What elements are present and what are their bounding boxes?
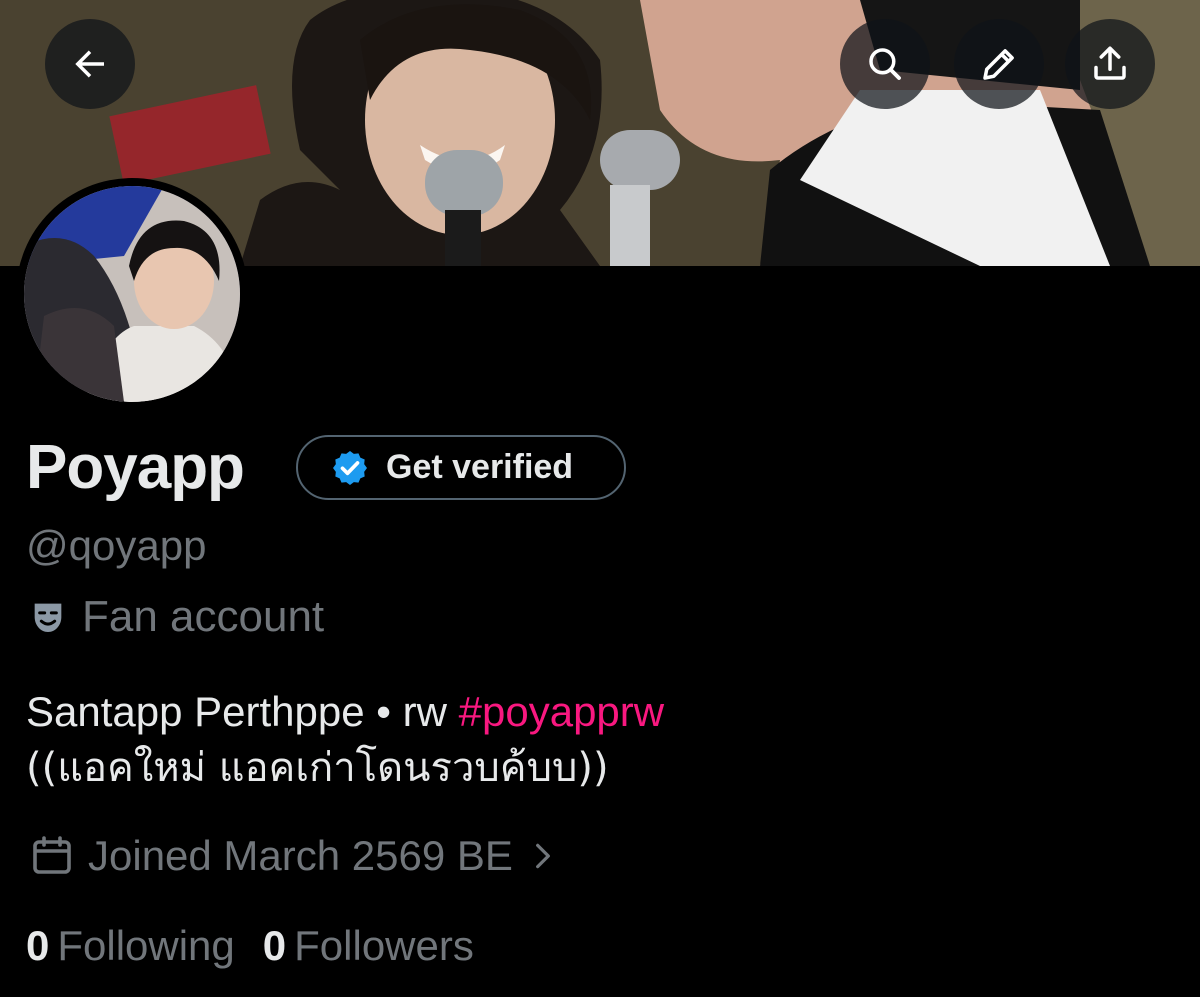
profile-avatar[interactable]	[16, 178, 248, 410]
following-link[interactable]: 0 Following	[26, 922, 235, 970]
follow-stats: 0 Following 0 Followers	[26, 922, 502, 970]
profile-bio: Santapp Perthppe • rw #poyapprw ((แอคใหม…	[26, 684, 664, 796]
followers-count: 0	[262, 922, 287, 969]
bio-hashtag-link[interactable]: #poyapprw	[459, 688, 664, 735]
arrow-left-icon	[75, 50, 104, 78]
bio-text: Santapp Perthppe • rw	[26, 688, 459, 735]
get-verified-button[interactable]: Get verified	[296, 435, 626, 500]
edit-profile-button[interactable]	[954, 19, 1044, 109]
calendar-icon	[33, 836, 71, 874]
followers-label: Followers	[294, 922, 474, 969]
share-button[interactable]	[1065, 19, 1155, 109]
bio-second-line: ((แอคใหม่ แอคเก่าโดนรวบค้บบ))	[26, 745, 609, 791]
following-count: 0	[26, 922, 50, 969]
profile-screen: Poyapp Get verified @qoyapp Fan account …	[0, 0, 1200, 997]
verified-badge-icon	[333, 450, 367, 485]
search-icon	[869, 48, 901, 80]
search-button[interactable]	[840, 19, 930, 109]
joined-date-row[interactable]: Joined March 2569 BE	[28, 832, 559, 880]
pencil-icon	[983, 49, 1014, 80]
category-label: Fan account	[82, 592, 325, 641]
avatar-image	[24, 186, 240, 402]
get-verified-label: Get verified	[386, 448, 574, 486]
followers-link[interactable]: 0 Followers	[263, 922, 474, 970]
display-name: Poyapp	[26, 433, 245, 502]
avatar-photo	[24, 186, 240, 402]
user-handle: @qoyapp	[26, 522, 207, 569]
theater-mask-icon	[34, 603, 62, 632]
chevron-right-icon	[535, 843, 550, 869]
following-label: Following	[57, 922, 235, 969]
joined-date: Joined March 2569 BE	[88, 832, 513, 879]
share-upload-icon	[1094, 46, 1126, 80]
profile-category: Fan account	[28, 592, 324, 642]
back-button[interactable]	[45, 19, 135, 109]
